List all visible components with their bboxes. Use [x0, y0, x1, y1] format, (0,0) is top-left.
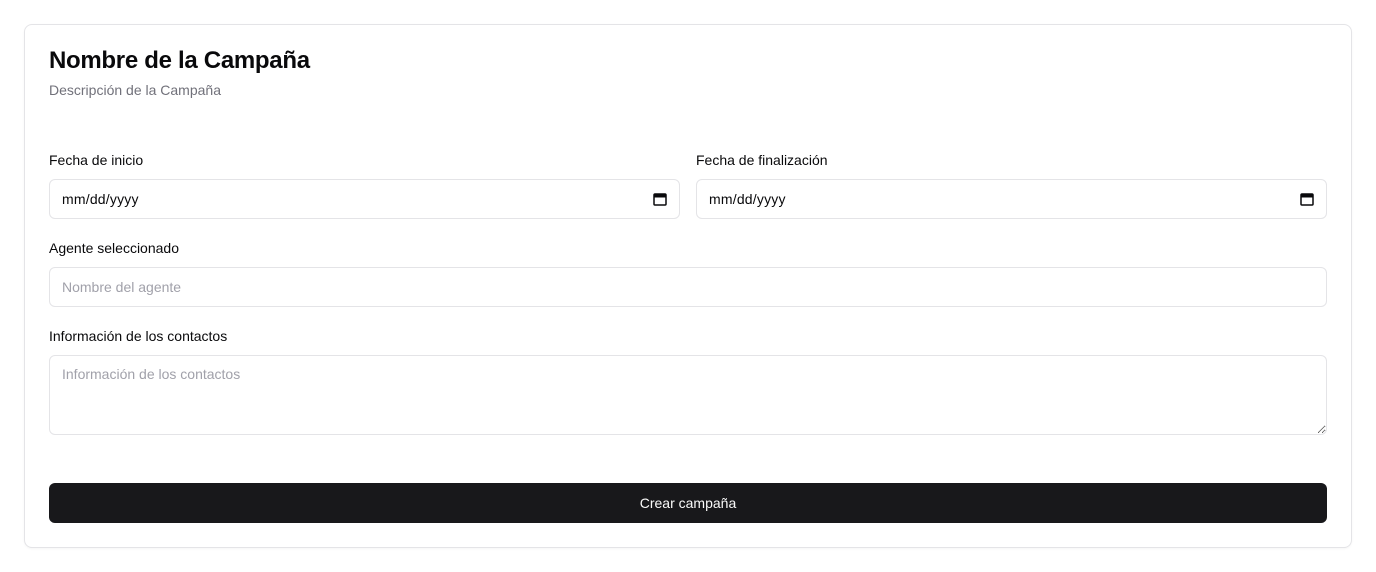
- campaign-title: Nombre de la Campaña: [49, 47, 310, 74]
- start-date-value: mm/dd/yyyy: [62, 191, 139, 207]
- card-header: Nombre de la Campaña Descripción de la C…: [49, 47, 310, 99]
- contacts-textarea[interactable]: [49, 355, 1327, 435]
- campaign-description: Descripción de la Campaña: [49, 82, 221, 98]
- contacts-label: Información de los contactos: [49, 328, 228, 344]
- campaign-card: Nombre de la Campaña Descripción de la C…: [24, 24, 1352, 548]
- agent-label: Agente seleccionado: [49, 240, 179, 256]
- calendar-icon[interactable]: [653, 192, 667, 206]
- calendar-icon[interactable]: [1300, 192, 1314, 206]
- agent-input[interactable]: [49, 267, 1327, 307]
- end-date-input[interactable]: mm/dd/yyyy: [696, 179, 1327, 219]
- start-date-label: Fecha de inicio: [49, 152, 144, 168]
- end-date-label: Fecha de finalización: [696, 152, 828, 168]
- create-campaign-button[interactable]: Crear campaña: [49, 483, 1327, 523]
- start-date-input[interactable]: mm/dd/yyyy: [49, 179, 680, 219]
- end-date-value: mm/dd/yyyy: [709, 191, 786, 207]
